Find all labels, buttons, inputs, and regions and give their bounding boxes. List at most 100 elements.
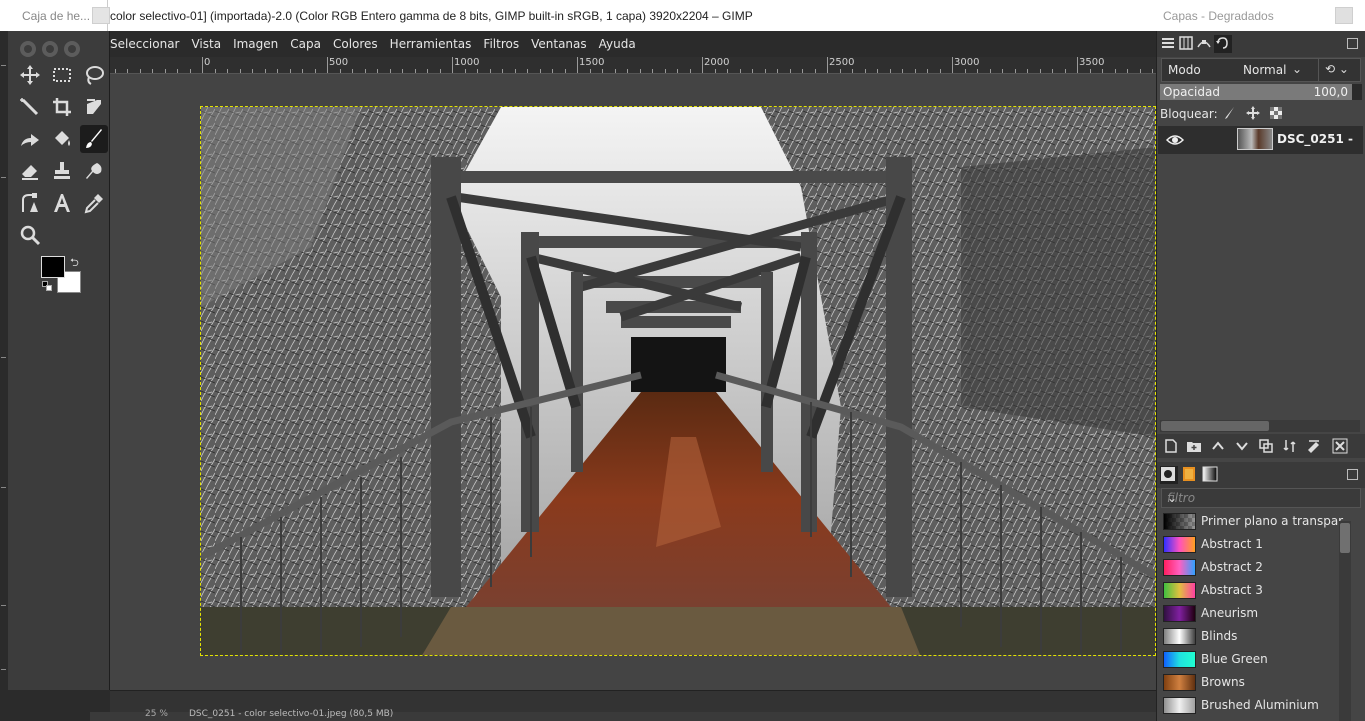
gradient-swatch (1163, 582, 1196, 599)
fuzzy-select-tool-icon[interactable] (16, 93, 44, 121)
composite-mode-icon[interactable]: ⟲ ⌄ (1318, 59, 1360, 81)
image-canvas[interactable] (200, 106, 1156, 656)
layers-dock-tabs (1157, 31, 1365, 57)
bucket-fill-tool-icon[interactable] (48, 125, 76, 153)
mode-select[interactable]: Normal (1243, 63, 1286, 77)
gradient-name: Abstract 3 (1201, 583, 1263, 597)
menu-ayuda[interactable]: Ayuda (593, 37, 642, 51)
layer-row[interactable]: DSC_0251 - (1158, 126, 1363, 154)
new-layer-group-icon[interactable] (1186, 438, 1202, 454)
gradient-item[interactable]: Abstract 2 (1158, 556, 1340, 579)
dock-menu-icon[interactable] (1347, 38, 1358, 49)
ruler-tick-label: 0 (204, 57, 211, 68)
gradient-name: Blinds (1201, 629, 1238, 643)
gradient-name: Brushed Aluminium (1201, 698, 1319, 712)
paths-tool-icon[interactable] (16, 189, 44, 217)
brushes-tab-icon[interactable] (1160, 466, 1178, 484)
ruler-tick-label: 2500 (829, 57, 855, 68)
free-select-tool-icon[interactable] (80, 61, 108, 89)
mode-label: Modo (1168, 63, 1201, 77)
zoom-level[interactable]: 25 % (145, 709, 168, 719)
delete-layer-icon[interactable] (1332, 438, 1348, 454)
layer-mask-icon[interactable] (1306, 438, 1322, 454)
new-layer-icon[interactable] (1163, 438, 1179, 454)
image-info: DSC_0251 - color selectivo-01.jpeg (80,5… (189, 709, 394, 719)
duplicate-layer-icon[interactable] (1258, 438, 1274, 454)
main-window-titlebar[interactable]: color selectivo-01] (importada)-2.0 (Col… (0, 0, 1155, 31)
zoom-tool-icon[interactable] (16, 221, 44, 249)
bridge-photo (201, 107, 1155, 655)
toolbox-window-button[interactable] (92, 7, 110, 24)
gradient-name: Abstract 2 (1201, 560, 1263, 574)
gradient-swatch (1163, 697, 1196, 714)
gradient-item[interactable]: Brushed Aluminium (1158, 694, 1340, 717)
ruler-tick-label: 1000 (454, 57, 480, 68)
gradients-tab-icon[interactable] (1202, 466, 1220, 484)
gradient-name: Browns (1201, 675, 1245, 689)
reset-colors-icon[interactable] (42, 281, 52, 291)
paintbrush-tool-icon[interactable] (80, 125, 108, 153)
dock-title: Capas - Degradados (1163, 9, 1274, 23)
menu-seleccionar[interactable]: Seleccionar (104, 37, 185, 51)
gradient-swatch (1163, 628, 1196, 645)
toolbox: ⮌ (8, 31, 110, 690)
horizontal-ruler[interactable]: 0 500 1000 1500 2000 2500 3000 3500 (110, 57, 1156, 74)
channels-tab-icon[interactable] (1178, 35, 1196, 53)
lock-position-icon[interactable] (1245, 105, 1261, 121)
gradient-item[interactable]: Aneurism (1158, 602, 1340, 625)
layers-tab-icon[interactable] (1160, 35, 1178, 53)
dock-window-button[interactable] (1335, 7, 1353, 24)
opacity-value[interactable]: 100,0 (1314, 85, 1348, 99)
menu-colores[interactable]: Colores (327, 37, 384, 51)
color-picker-tool-icon[interactable] (80, 189, 108, 217)
undo-history-tab-icon[interactable] (1214, 35, 1232, 53)
warp-tool-icon[interactable] (16, 125, 44, 153)
gradient-item[interactable]: Abstract 3 (1158, 579, 1340, 602)
lock-row: Bloquear: (1160, 105, 1360, 123)
paths-tab-icon[interactable] (1196, 35, 1214, 53)
layer-name[interactable]: DSC_0251 - (1277, 132, 1353, 146)
dock-titlebar[interactable]: Capas - Degradados (1155, 0, 1365, 31)
gradient-item[interactable]: Browns (1158, 671, 1340, 694)
lock-pixels-icon[interactable] (1222, 105, 1238, 121)
gradient-swatch (1163, 605, 1196, 622)
lower-layer-icon[interactable] (1234, 438, 1250, 454)
foreground-color-swatch[interactable] (41, 256, 65, 278)
chevron-down-icon[interactable]: ⌄ (1167, 491, 1354, 505)
opacity-slider[interactable]: Opacidad 100,0 (1160, 84, 1352, 100)
transform-tool-icon[interactable] (80, 93, 108, 121)
patterns-tab-icon[interactable] (1181, 466, 1199, 484)
gradient-item[interactable]: Primer plano a transpar (1158, 510, 1343, 533)
gradient-item[interactable]: Blue Green (1158, 648, 1340, 671)
menu-vista[interactable]: Vista (185, 37, 227, 51)
swap-colors-icon[interactable]: ⮌ (70, 254, 79, 273)
layer-mode-row: Modo Normal ⌄ ⟲ ⌄ (1161, 58, 1361, 82)
merge-layer-icon[interactable] (1282, 438, 1298, 454)
gradient-item[interactable]: Blinds (1158, 625, 1340, 648)
menu-filtros[interactable]: Filtros (477, 37, 525, 51)
rect-select-tool-icon[interactable] (48, 61, 76, 89)
gradient-filter-input[interactable]: filtro ⌄ (1161, 488, 1361, 508)
smudge-tool-icon[interactable] (80, 157, 108, 185)
gradients-menu-icon[interactable] (1347, 469, 1358, 480)
opacity-spinner[interactable] (1352, 84, 1362, 100)
menu-capa[interactable]: Capa (284, 37, 327, 51)
lock-alpha-icon[interactable] (1268, 105, 1284, 121)
crop-tool-icon[interactable] (48, 93, 76, 121)
move-tool-icon[interactable] (16, 61, 44, 89)
clone-tool-icon[interactable] (48, 157, 76, 185)
layers-scrollbar[interactable] (1160, 420, 1360, 432)
gradients-scrollbar[interactable] (1339, 521, 1351, 721)
chevron-down-icon[interactable]: ⌄ (1292, 62, 1302, 76)
toolbox-titlebar[interactable]: Caja de he... (8, 0, 110, 31)
raise-layer-icon[interactable] (1210, 438, 1226, 454)
text-tool-icon[interactable] (48, 189, 76, 217)
menu-imagen[interactable]: Imagen (227, 37, 284, 51)
menu-ventanas[interactable]: Ventanas (525, 37, 593, 51)
menu-herramientas[interactable]: Herramientas (384, 37, 478, 51)
gradient-swatch (1163, 513, 1196, 530)
eraser-tool-icon[interactable] (16, 157, 44, 185)
ruler-tick-label: 2000 (704, 57, 730, 68)
eye-icon[interactable] (1166, 132, 1184, 148)
gradient-item[interactable]: Abstract 1 (1158, 533, 1340, 556)
